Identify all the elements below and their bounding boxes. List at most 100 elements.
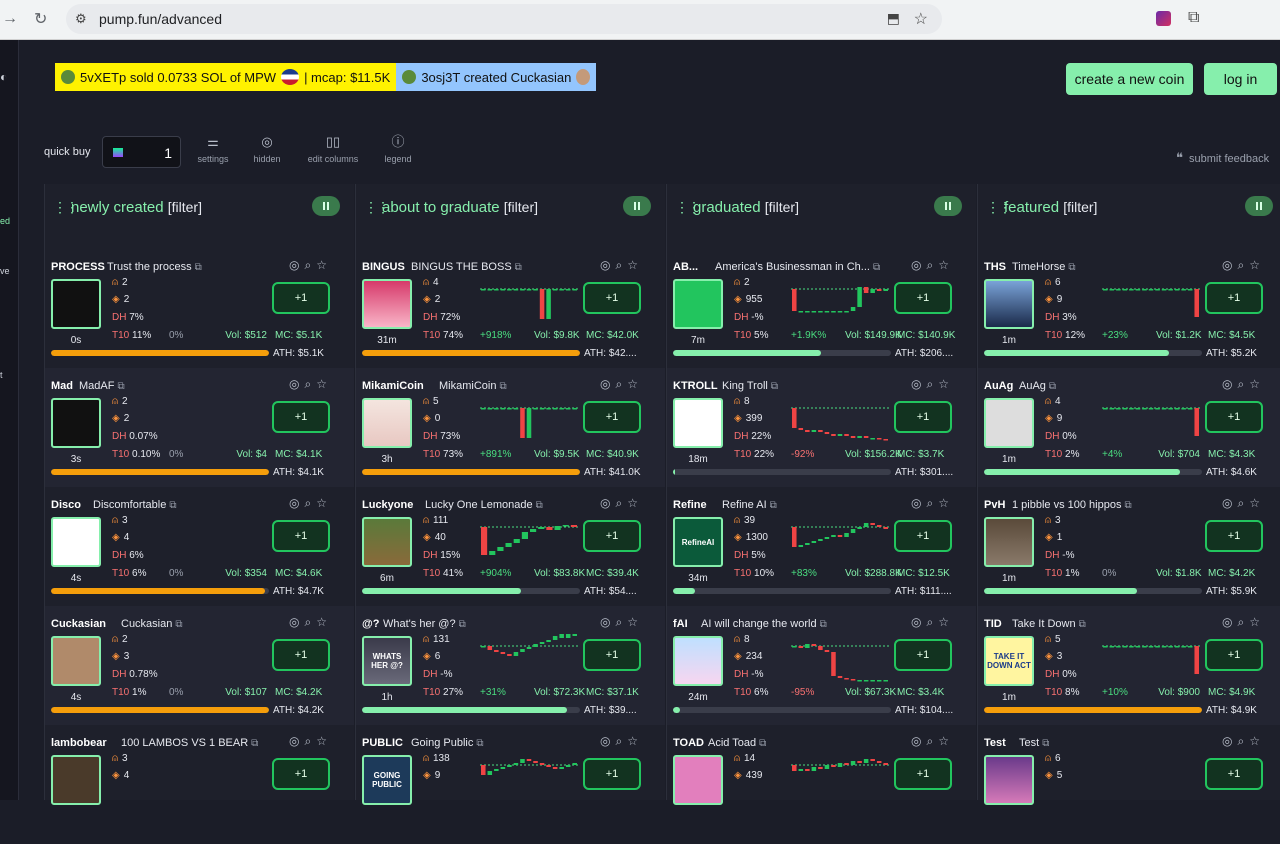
ticker-item-create[interactable]: 3osj3T created Cuckasian: [396, 63, 597, 91]
search-icon[interactable]: ⌕: [616, 258, 628, 272]
hide-eye-icon[interactable]: ◎: [289, 496, 304, 510]
search-icon[interactable]: ⌕: [927, 258, 939, 272]
ticker-item-sell[interactable]: 5vXETp sold 0.0733 SOL of MPW | mcap: $1…: [55, 63, 397, 91]
column-filter-link[interactable]: [filter]: [765, 199, 799, 215]
copy-icon[interactable]: ⧉: [770, 500, 777, 511]
quick-buy-button[interactable]: +1: [583, 758, 641, 790]
sidebar-logo-icon[interactable]: ◐: [0, 70, 7, 84]
coin-card[interactable]: KTROLL King Troll ⧉ ◎⌕☆ 18m ⍝ 8 ◈ 399 DH 22%…: [667, 368, 976, 487]
search-icon[interactable]: ⌕: [927, 377, 939, 391]
hide-eye-icon[interactable]: ◎: [289, 615, 304, 629]
coin-card[interactable]: MikamiCoin MikamiCoin ⧉ ◎⌕☆ 3h ⍝ 5 ◈ 0 DH 73…: [356, 368, 665, 487]
coin-image[interactable]: GOING PUBLIC: [362, 755, 412, 805]
search-icon[interactable]: ⌕: [1238, 496, 1250, 510]
coin-image[interactable]: [673, 279, 723, 329]
coin-card[interactable]: PROCESS Trust the process ⧉ ◎⌕☆ 0s ⍝ 2 ◈ 2 D…: [45, 249, 354, 368]
star-icon[interactable]: ☆: [316, 615, 332, 629]
quick-buy-button[interactable]: +1: [272, 282, 330, 314]
copy-icon[interactable]: ⧉: [1079, 619, 1086, 630]
create-coin-button[interactable]: create a new coin: [1066, 63, 1193, 95]
hide-eye-icon[interactable]: ◎: [600, 734, 615, 748]
copy-icon[interactable]: ⧉: [175, 619, 182, 630]
copy-icon[interactable]: ⧉: [515, 262, 522, 273]
hide-eye-icon[interactable]: ◎: [1222, 258, 1237, 272]
search-icon[interactable]: ⌕: [616, 734, 628, 748]
quick-buy-button[interactable]: +1: [1205, 520, 1263, 552]
coin-card[interactable]: fAI AI will change the world ⧉ ◎⌕☆ 24m ⍝ 8…: [667, 606, 976, 725]
search-icon[interactable]: ⌕: [616, 377, 628, 391]
quick-buy-button[interactable]: +1: [583, 520, 641, 552]
copy-icon[interactable]: ⧉: [459, 619, 466, 630]
hide-eye-icon[interactable]: ◎: [911, 496, 926, 510]
search-icon[interactable]: ⌕: [305, 377, 317, 391]
hide-eye-icon[interactable]: ◎: [289, 734, 304, 748]
hide-eye-icon[interactable]: ◎: [911, 734, 926, 748]
coin-card[interactable]: TID Take It Down ⧉ ◎⌕☆ TAKE IT DOWN ACT 1…: [978, 606, 1280, 725]
coin-image[interactable]: [673, 755, 723, 805]
star-icon[interactable]: ☆: [938, 258, 954, 272]
hide-eye-icon[interactable]: ◎: [911, 258, 926, 272]
coin-card[interactable]: Refine Refine AI ⧉ ◎⌕☆ RefineAI 34m ⍝ 39 ◈…: [667, 487, 976, 606]
copy-icon[interactable]: ⧉: [1124, 500, 1131, 511]
copy-icon[interactable]: ⧉: [499, 381, 506, 392]
star-icon[interactable]: ☆: [627, 258, 643, 272]
search-icon[interactable]: ⌕: [1238, 615, 1250, 629]
coin-image[interactable]: [984, 398, 1034, 448]
quick-buy-button[interactable]: +1: [894, 401, 952, 433]
star-icon[interactable]: ☆: [1249, 496, 1265, 510]
quick-buy-button[interactable]: +1: [272, 758, 330, 790]
copy-icon[interactable]: ⧉: [820, 619, 827, 630]
submit-feedback-button[interactable]: ❝ submit feedback: [1176, 150, 1269, 166]
copy-icon[interactable]: ⧉: [1068, 262, 1075, 273]
pause-button[interactable]: [623, 196, 651, 216]
copy-icon[interactable]: ⧉: [759, 738, 766, 749]
legend-button[interactable]: ⓘ legend: [381, 134, 415, 164]
copy-icon[interactable]: ⧉: [169, 500, 176, 511]
quick-buy-button[interactable]: +1: [583, 639, 641, 671]
column-filter-link[interactable]: [filter]: [168, 199, 202, 215]
copy-icon[interactable]: ⧉: [873, 262, 880, 273]
column-filter-link[interactable]: [filter]: [504, 199, 538, 215]
coin-card[interactable]: BINGUS BINGUS THE BOSS ⧉ ◎⌕☆ 31m ⍝ 4 ◈ 2 DH …: [356, 249, 665, 368]
coin-image[interactable]: [984, 517, 1034, 567]
coin-card[interactable]: TOAD Acid Toad ⧉ ◎⌕☆ ⍝ 14 ◈ 439 +1: [667, 725, 976, 844]
search-icon[interactable]: ⌕: [305, 734, 317, 748]
coin-card[interactable]: Mad MadAF ⧉ ◎⌕☆ 3s ⍝ 2 ◈ 2 DH 0.07% T10 0.10%…: [45, 368, 354, 487]
reload-icon[interactable]: ↻: [34, 9, 47, 29]
coin-image[interactable]: [51, 517, 101, 567]
search-icon[interactable]: ⌕: [305, 258, 317, 272]
hide-eye-icon[interactable]: ◎: [1222, 615, 1237, 629]
quick-buy-button[interactable]: +1: [1205, 639, 1263, 671]
coin-image[interactable]: TAKE IT DOWN ACT: [984, 636, 1034, 686]
copy-icon[interactable]: ⧉: [1049, 381, 1056, 392]
star-icon[interactable]: ☆: [938, 496, 954, 510]
coin-image[interactable]: [51, 636, 101, 686]
column-filter-link[interactable]: [filter]: [1063, 199, 1097, 215]
quick-buy-button[interactable]: +1: [583, 282, 641, 314]
search-icon[interactable]: ⌕: [305, 496, 317, 510]
star-icon[interactable]: ☆: [627, 734, 643, 748]
star-icon[interactable]: ☆: [1249, 377, 1265, 391]
coin-card[interactable]: Disco Discomfortable ⧉ ◎⌕☆ 4s ⍝ 3 ◈ 4 DH 6% T…: [45, 487, 354, 606]
search-icon[interactable]: ⌕: [305, 615, 317, 629]
quick-buy-button[interactable]: +1: [1205, 401, 1263, 433]
star-icon[interactable]: ☆: [316, 377, 332, 391]
coin-card[interactable]: AuAg AuAg ⧉ ◎⌕☆ 1m ⍝ 4 ◈ 9 DH 0% T10 2% +4% V…: [978, 368, 1280, 487]
quick-buy-button[interactable]: +1: [894, 758, 952, 790]
quick-buy-button[interactable]: +1: [1205, 282, 1263, 314]
hide-eye-icon[interactable]: ◎: [1222, 734, 1237, 748]
hide-eye-icon[interactable]: ◎: [600, 258, 615, 272]
star-icon[interactable]: ☆: [938, 734, 954, 748]
hide-eye-icon[interactable]: ◎: [289, 377, 304, 391]
star-icon[interactable]: ☆: [316, 496, 332, 510]
star-icon[interactable]: ☆: [316, 258, 332, 272]
coin-image[interactable]: [984, 279, 1034, 329]
extensions-puzzle-icon[interactable]: ⧉: [1188, 9, 1199, 27]
coin-image[interactable]: [362, 517, 412, 567]
quick-buy-input[interactable]: 1: [102, 136, 181, 168]
coin-image[interactable]: [673, 636, 723, 686]
quick-buy-button[interactable]: +1: [272, 639, 330, 671]
copy-icon[interactable]: ⧉: [771, 381, 778, 392]
pause-button[interactable]: [934, 196, 962, 216]
hide-eye-icon[interactable]: ◎: [600, 615, 615, 629]
